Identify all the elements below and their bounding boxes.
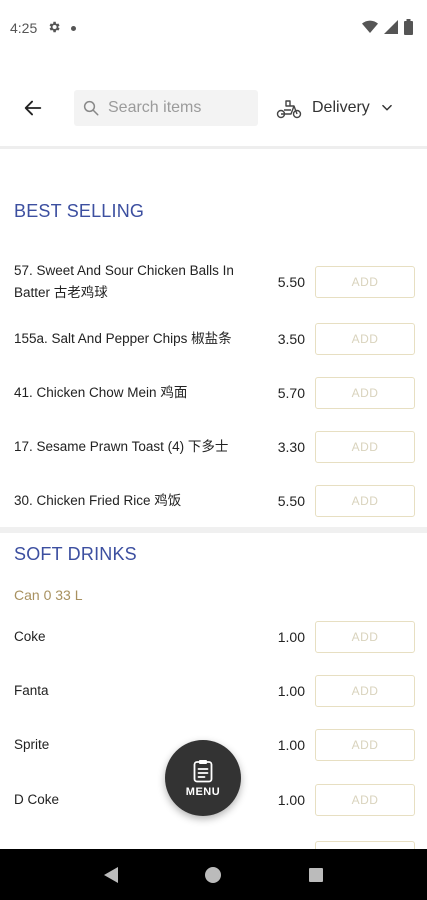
item-name: 155a. Salt And Pepper Chips 椒盐条 xyxy=(14,331,232,346)
status-bar: 4:25 xyxy=(0,0,427,56)
item-name: Coke xyxy=(14,629,46,644)
item-price: 5.50 xyxy=(277,274,305,290)
chevron-down-icon xyxy=(381,104,392,111)
item-price: 3.30 xyxy=(277,439,305,455)
menu-item-row: 41. Chicken Chow Mein 鸡面 5.70 ADD xyxy=(0,373,427,413)
item-name: 30. Chicken Fried Rice 鸡饭 xyxy=(14,493,182,508)
add-button[interactable]: ADD xyxy=(315,323,415,355)
add-button[interactable]: ADD xyxy=(315,675,415,707)
square-recents-icon xyxy=(308,867,323,882)
item-price: 5.50 xyxy=(277,493,305,509)
arrow-back-icon xyxy=(24,100,42,116)
search-box[interactable] xyxy=(74,90,258,126)
section-title-best-selling: BEST SELLING xyxy=(14,201,145,221)
scooter-icon xyxy=(276,100,302,119)
menu-clipboard-icon xyxy=(193,759,213,782)
item-price: 3.50 xyxy=(277,331,305,347)
section-subtitle: Can 0 33 L xyxy=(14,587,83,603)
nav-home-button[interactable] xyxy=(193,855,233,895)
signal-icon xyxy=(384,19,398,37)
search-icon xyxy=(83,100,99,116)
menu-fab-label: MENU xyxy=(185,785,221,798)
item-name: Fanta xyxy=(14,683,49,698)
item-name: 17. Sesame Prawn Toast (4) 下多士 xyxy=(14,439,229,454)
menu-item-row: 30. Chicken Fried Rice 鸡饭 5.50 ADD xyxy=(0,481,427,521)
add-button[interactable]: ADD xyxy=(315,784,415,816)
add-button[interactable]: ADD xyxy=(315,485,415,517)
wifi-icon xyxy=(362,20,378,37)
menu-item-row: 155a. Salt And Pepper Chips 椒盐条 3.50 ADD xyxy=(0,319,427,359)
item-name: 57. Sweet And Sour Chicken Balls In Batt… xyxy=(14,263,234,300)
system-nav-bar xyxy=(0,849,427,900)
search-input[interactable] xyxy=(108,99,248,117)
item-price: 1.00 xyxy=(277,737,305,753)
item-price: 1.00 xyxy=(277,683,305,699)
notification-dot-icon xyxy=(71,25,77,31)
section-title-soft-drinks: SOFT DRINKS xyxy=(14,544,137,564)
app-header: Delivery xyxy=(0,72,427,144)
menu-item-row: 57. Sweet And Sour Chicken Balls In Batt… xyxy=(0,260,427,304)
add-button[interactable]: ADD xyxy=(315,377,415,409)
delivery-dropdown[interactable]: Delivery xyxy=(276,97,394,119)
menu-fab-button[interactable]: MENU xyxy=(165,740,241,816)
item-price: 1.00 xyxy=(277,792,305,808)
nav-back-button[interactable] xyxy=(91,855,131,895)
settings-icon xyxy=(47,20,61,37)
add-button[interactable] xyxy=(315,841,415,849)
add-button[interactable]: ADD xyxy=(315,266,415,298)
back-button[interactable] xyxy=(12,87,54,129)
circle-home-icon xyxy=(205,866,222,883)
add-button[interactable]: ADD xyxy=(315,431,415,463)
menu-item-row: 17. Sesame Prawn Toast (4) 下多士 3.30 ADD xyxy=(0,427,427,467)
delivery-label: Delivery xyxy=(312,99,370,116)
add-button[interactable]: ADD xyxy=(315,621,415,653)
section-divider xyxy=(0,527,427,533)
status-time: 4:25 xyxy=(10,20,38,36)
item-price: 1.00 xyxy=(277,629,305,645)
item-price: 5.70 xyxy=(277,385,305,401)
item-name: 41. Chicken Chow Mein 鸡面 xyxy=(14,385,188,400)
menu-item-row: Coke 1.00 ADD xyxy=(0,617,427,657)
menu-item-row: Fanta 1.00 ADD xyxy=(0,671,427,711)
triangle-back-icon xyxy=(104,866,119,883)
add-button[interactable]: ADD xyxy=(315,729,415,761)
menu-item-row-partial xyxy=(0,837,427,849)
battery-icon xyxy=(404,18,413,38)
nav-recents-button[interactable] xyxy=(296,855,336,895)
